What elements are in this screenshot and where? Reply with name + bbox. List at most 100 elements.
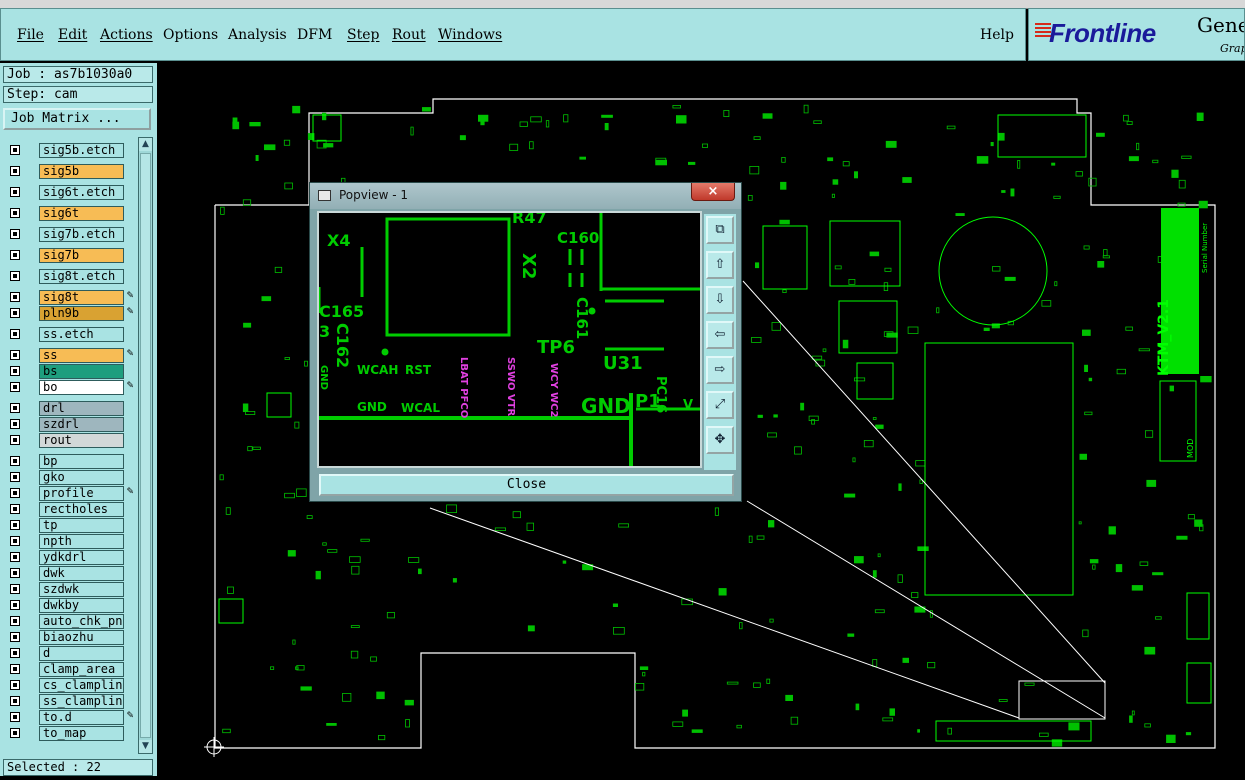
layer-label[interactable]: pln9b <box>39 306 124 321</box>
layer-label[interactable]: ss.etch <box>39 327 124 342</box>
popview-titlebar[interactable]: Popview - 1 × <box>310 183 741 209</box>
layer-row-ss-etch[interactable]: ss.etch <box>3 327 136 342</box>
layer-checkbox[interactable] <box>10 536 20 546</box>
layer-checkbox[interactable] <box>10 292 20 302</box>
layer-checkbox[interactable] <box>10 696 20 706</box>
layer-row-drl[interactable]: drl <box>3 401 136 416</box>
layer-row-sig6t[interactable]: sig6t <box>3 206 136 221</box>
layer-checkbox[interactable] <box>10 664 20 674</box>
layer-checkbox[interactable] <box>10 250 20 260</box>
menu-dfm[interactable]: DFM <box>297 27 332 43</box>
layer-checkbox[interactable] <box>10 419 20 429</box>
layer-row-ydkdrl[interactable]: ydkdrl <box>3 550 136 565</box>
layer-label[interactable]: rout <box>39 433 124 448</box>
layer-row-cs-clampline[interactable]: cs_clampline <box>3 678 136 693</box>
layer-label[interactable]: sig5b <box>39 164 124 179</box>
layer-label[interactable]: clamp_area <box>39 662 124 677</box>
layer-label[interactable]: gko <box>39 470 124 485</box>
layer-checkbox[interactable] <box>10 187 20 197</box>
layer-label[interactable]: sig8t <box>39 290 124 305</box>
layer-label[interactable]: sig6t <box>39 206 124 221</box>
layer-checkbox[interactable] <box>10 435 20 445</box>
layer-checkbox[interactable] <box>10 504 20 514</box>
layer-checkbox[interactable] <box>10 350 20 360</box>
layer-row-profile[interactable]: profile ✎ <box>3 486 136 501</box>
layer-row-dwk[interactable]: dwk <box>3 566 136 581</box>
layer-label[interactable]: d <box>39 646 124 661</box>
layer-label[interactable]: ss <box>39 348 124 363</box>
menu-step[interactable]: Step <box>347 27 379 43</box>
menu-edit[interactable]: Edit <box>58 27 87 43</box>
layer-row-gko[interactable]: gko <box>3 470 136 485</box>
menu-windows[interactable]: Windows <box>438 27 502 43</box>
layer-label[interactable]: szdrl <box>39 417 124 432</box>
layer-row-sig8t-etch[interactable]: sig8t.etch <box>3 269 136 284</box>
scroll-down-icon[interactable]: ▼ <box>139 740 152 753</box>
layer-label[interactable]: sig5b.etch <box>39 143 124 158</box>
layer-row-szdwk[interactable]: szdwk <box>3 582 136 597</box>
layer-row-bo[interactable]: bo ✎ <box>3 380 136 395</box>
layer-row-to-map[interactable]: to_map <box>3 726 136 741</box>
zoomed-pcb[interactable]: X4 R47 C160 X2 C165 3 C162 C161 TP6 U31 … <box>319 213 700 466</box>
layer-label[interactable]: auto_chk_pnl <box>39 614 124 629</box>
pan-up-icon[interactable]: ⇧ <box>706 251 734 279</box>
layer-checkbox[interactable] <box>10 308 20 318</box>
layer-row-szdrl[interactable]: szdrl <box>3 417 136 432</box>
pan-right-icon[interactable]: ⇨ <box>706 356 734 384</box>
layer-checkbox[interactable] <box>10 648 20 658</box>
menu-file[interactable]: File <box>17 27 44 43</box>
popview-close-button[interactable]: Close <box>319 474 734 496</box>
layer-checkbox[interactable] <box>10 552 20 562</box>
layer-label[interactable]: szdwk <box>39 582 124 597</box>
layer-row-bp[interactable]: bp <box>3 454 136 469</box>
layer-checkbox[interactable] <box>10 472 20 482</box>
layer-row-npth[interactable]: npth <box>3 534 136 549</box>
layer-row-sig7b-etch[interactable]: sig7b.etch <box>3 227 136 242</box>
layer-row-tp[interactable]: tp <box>3 518 136 533</box>
layer-label[interactable]: to.d <box>39 710 124 725</box>
pan-left-icon[interactable]: ⇦ <box>706 321 734 349</box>
menu-help[interactable]: Help <box>980 27 1014 43</box>
layer-row-ss-clampline[interactable]: ss_clampline <box>3 694 136 709</box>
popview-zoom-view[interactable]: X4 R47 C160 X2 C165 3 C162 C161 TP6 U31 … <box>317 211 702 468</box>
layer-label[interactable]: sig8t.etch <box>39 269 124 284</box>
layer-label[interactable]: to_map <box>39 726 124 741</box>
layer-label[interactable]: sig7b.etch <box>39 227 124 242</box>
layer-checkbox[interactable] <box>10 568 20 578</box>
layer-checkbox[interactable] <box>10 382 20 392</box>
layer-label[interactable]: biaozhu <box>39 630 124 645</box>
layer-label[interactable]: tp <box>39 518 124 533</box>
layer-label[interactable]: cs_clampline <box>39 678 124 693</box>
zoom-window-icon[interactable]: ⧉ <box>706 216 734 244</box>
layer-checkbox[interactable] <box>10 712 20 722</box>
layer-label[interactable]: sig7b <box>39 248 124 263</box>
layer-checkbox[interactable] <box>10 145 20 155</box>
layer-row-d[interactable]: d <box>3 646 136 661</box>
layer-row-sig8t[interactable]: sig8t ✎ <box>3 290 136 305</box>
layer-label[interactable]: profile <box>39 486 124 501</box>
layer-label[interactable]: bs <box>39 364 124 379</box>
layer-row-ss[interactable]: ss ✎ <box>3 348 136 363</box>
layer-row-to-d[interactable]: to.d ✎ <box>3 710 136 725</box>
layer-checkbox[interactable] <box>10 520 20 530</box>
layer-label[interactable]: bp <box>39 454 124 469</box>
layer-checkbox[interactable] <box>10 208 20 218</box>
layer-checkbox[interactable] <box>10 366 20 376</box>
layer-label[interactable]: ydkdrl <box>39 550 124 565</box>
scroll-up-icon[interactable]: ▲ <box>139 138 152 151</box>
layer-checkbox[interactable] <box>10 456 20 466</box>
scroll-thumb[interactable] <box>140 153 151 738</box>
layer-label[interactable]: sig6t.etch <box>39 185 124 200</box>
menu-analysis[interactable]: Analysis <box>228 27 287 43</box>
layer-row-rout[interactable]: rout <box>3 433 136 448</box>
layer-label[interactable]: bo <box>39 380 124 395</box>
layer-row-biaozhu[interactable]: biaozhu <box>3 630 136 645</box>
layer-checkbox[interactable] <box>10 166 20 176</box>
layer-label[interactable]: dwkby <box>39 598 124 613</box>
layer-checkbox[interactable] <box>10 403 20 413</box>
layer-checkbox[interactable] <box>10 584 20 594</box>
layer-row-pln9b[interactable]: pln9b ✎ <box>3 306 136 321</box>
layer-row-rectholes[interactable]: rectholes <box>3 502 136 517</box>
layer-row-sig6t-etch[interactable]: sig6t.etch <box>3 185 136 200</box>
layer-checkbox[interactable] <box>10 271 20 281</box>
